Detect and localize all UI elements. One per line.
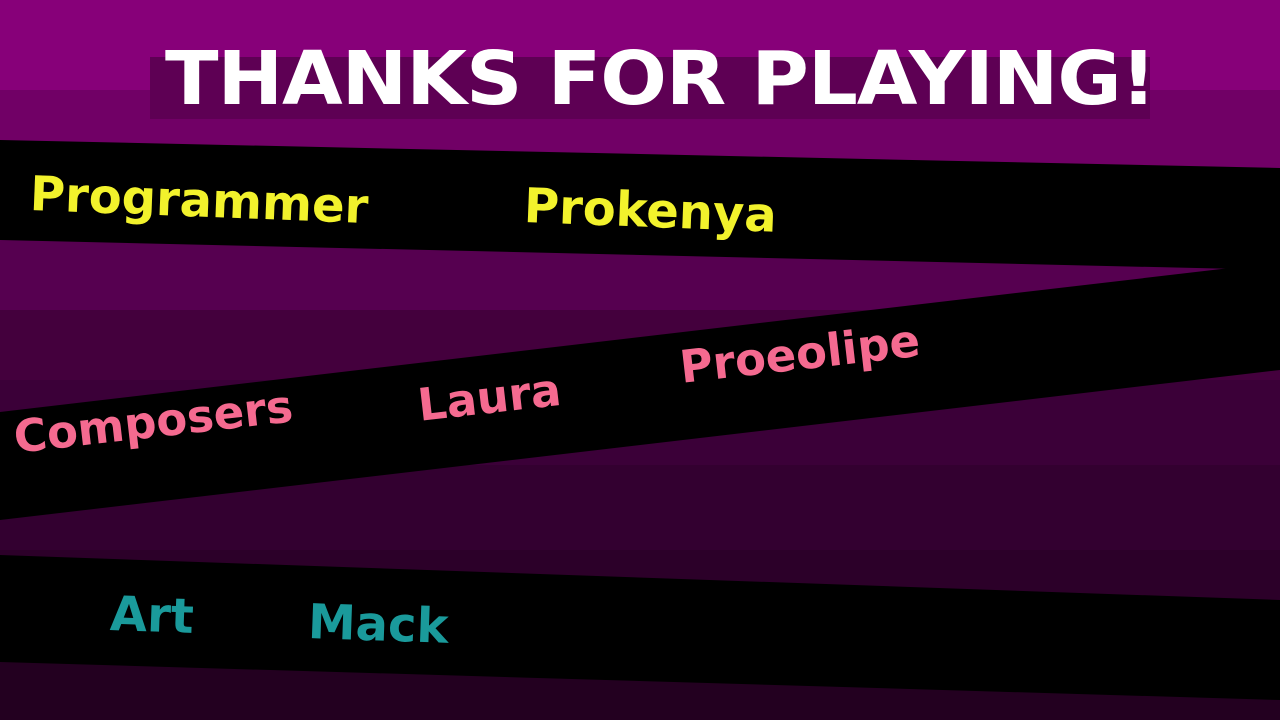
art-role-label: Art (109, 586, 195, 645)
programmer-name: Prokenya (522, 178, 778, 244)
credits-screen: THANKS FOR PLAYING! Programmer Prokenya … (0, 0, 1280, 720)
programmer-role-label: Programmer (28, 166, 370, 235)
artist-name: Mack (307, 594, 450, 655)
thanks-title: THANKS FOR PLAYING! (165, 36, 1156, 122)
